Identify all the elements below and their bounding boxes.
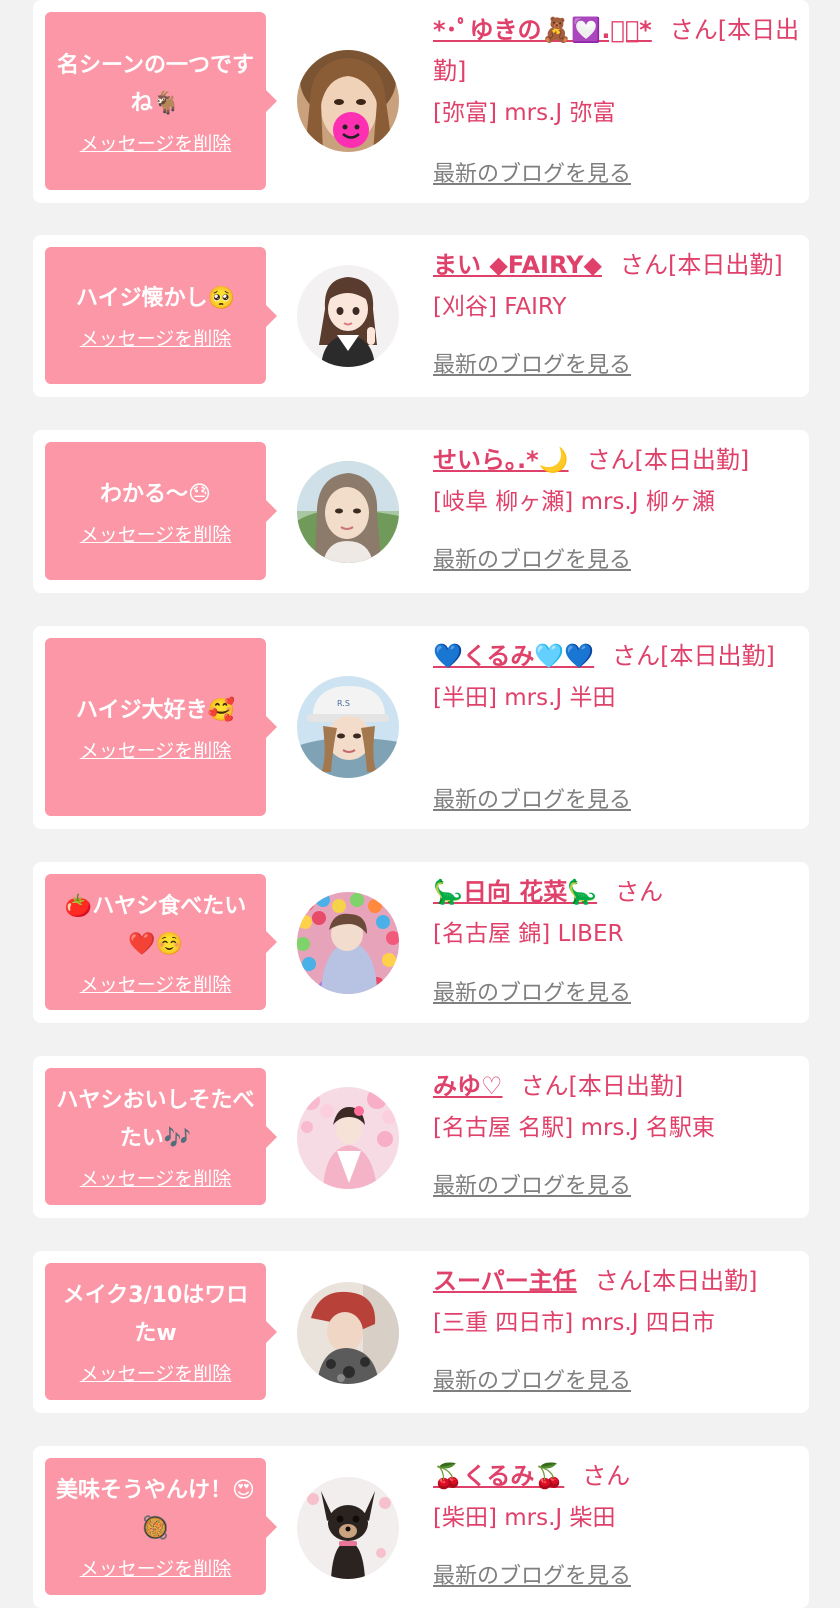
message-text: メイク3/10はワロたw [62,1283,249,1346]
list-item: ハイジ懐かし🥺 メッセージを削除 まい ◆FAIRY◆ さん[本日出勤] [刈谷] [33,235,809,397]
latest-blog-link[interactable]: 最新のブログを見る [433,975,631,1007]
message-text: 名シーンの一つですね🐐 [57,52,254,116]
girl-info: 💙くるみ🩵💙 さん[本日出勤] [半田] mrs.J 半田 [433,636,803,717]
list-item: 名シーンの一つですね🐐 メッセージを削除 *･ﾟゆきの🧸💟.ﾟ･* さん[本日出勤… [33,0,809,203]
status-text: さん[本日出勤] [520,1072,684,1100]
girl-name-link[interactable]: 🦕日向 花菜🦕 [433,878,597,906]
latest-blog-link[interactable]: 最新のブログを見る [433,1558,631,1590]
delete-message-link[interactable]: メッセージを削除 [80,736,232,763]
latest-blog-link[interactable]: 最新のブログを見る [433,347,631,379]
shop-text: [名古屋 錦] LIBER [433,921,624,947]
status-text: さん[本日出勤] [619,251,783,279]
delete-message-link[interactable]: メッセージを削除 [80,970,232,997]
message-text: ハイジ懐かし🥺 [76,286,235,311]
girl-info: 🦕日向 花菜🦕 さん [名古屋 錦] LIBER [433,872,803,953]
woman-photo-icon [297,461,399,563]
shop-text: [弥富] mrs.J 弥富 [433,100,616,126]
avatar[interactable] [297,50,399,152]
girl-info: *･ﾟゆきの🧸💟.ﾟ･* さん[本日出勤] [弥富] mrs.J 弥富 [433,10,803,132]
girl-name-link[interactable]: せいら｡.*🌙 [433,446,569,474]
avatar[interactable] [297,892,399,994]
status-text: さん [582,1462,631,1490]
woman-photo-icon: R.S [297,676,399,778]
ball-pit-photo-icon [297,892,399,994]
girl-info: せいら｡.*🌙 さん[本日出勤] [岐阜 柳ヶ瀬] mrs.J 柳ヶ瀬 [433,440,803,521]
red-hair-photo-icon [297,1282,399,1384]
illustrated-girl-icon [297,265,399,367]
girl-name-link[interactable]: 🍒くるみ🍒 [433,1462,564,1490]
avatar[interactable] [297,461,399,563]
delete-message-link[interactable]: メッセージを削除 [80,1554,232,1581]
girl-info: スーパー主任 さん[本日出勤] [三重 四日市] mrs.J 四日市 [433,1261,803,1342]
message-bubble: ハイジ懐かし🥺 メッセージを削除 [45,247,277,384]
woman-photo-icon [297,50,399,152]
status-text: さん[本日出勤] [586,446,750,474]
girl-name-link[interactable]: スーパー主任 [433,1267,577,1295]
delete-message-link[interactable]: メッセージを削除 [80,520,232,547]
status-text: さん[本日出勤] [594,1267,758,1295]
shop-text: [三重 四日市] mrs.J 四日市 [433,1310,715,1336]
girl-info: 🍒くるみ🍒 さん [柴田] mrs.J 柴田 [433,1456,803,1537]
girl-name-link[interactable]: 💙くるみ🩵💙 [433,642,594,670]
message-bubble: メイク3/10はワロたw メッセージを削除 [45,1263,277,1400]
message-text: ハヤシおいしそたべたい🎶 [56,1088,255,1151]
message-bubble: わかる〜😓 メッセージを削除 [45,442,277,580]
delete-message-link[interactable]: メッセージを削除 [80,1359,232,1386]
delete-message-link[interactable]: メッセージを削除 [80,129,232,156]
delete-message-link[interactable]: メッセージを削除 [80,324,232,351]
message-list: 名シーンの一つですね🐐 メッセージを削除 *･ﾟゆきの🧸💟.ﾟ･* さん[本日出勤… [0,0,840,1608]
avatar[interactable] [297,265,399,367]
avatar[interactable] [297,1087,399,1189]
message-bubble: 美味そうやんけ！😍🥘 メッセージを削除 [45,1458,277,1595]
latest-blog-link[interactable]: 最新のブログを見る [433,542,631,574]
svg-text:R.S: R.S [337,699,350,708]
list-item: わかる〜😓 メッセージを削除 せいら｡.*🌙 さん[本日出勤] [岐阜 柳ヶ瀬] … [33,430,809,593]
latest-blog-link[interactable]: 最新のブログを見る [433,1168,631,1200]
girl-info: まい ◆FAIRY◆ さん[本日出勤] [刈谷] FAIRY [433,245,803,326]
message-bubble: 名シーンの一つですね🐐 メッセージを削除 [45,12,277,190]
avatar[interactable] [297,1477,399,1579]
list-item: ハヤシおいしそたべたい🎶 メッセージを削除 みゆ♡ さん[本日出勤] [名古屋 … [33,1056,809,1218]
chihuahua-dog-icon [297,1477,399,1579]
delete-message-link[interactable]: メッセージを削除 [80,1164,232,1191]
message-text: ハイジ大好き🥰 [76,697,235,723]
message-bubble: 🍅ハヤシ食べたい❤️☺️ メッセージを削除 [45,874,277,1010]
shop-text: [半田] mrs.J 半田 [433,685,616,711]
list-item: 美味そうやんけ！😍🥘 メッセージを削除 🍒くるみ� [33,1446,809,1608]
message-text: わかる〜😓 [100,481,211,507]
list-item: メイク3/10はワロたw メッセージを削除 スーパー主任 さん[本日出勤] [三重… [33,1251,809,1413]
message-text: 美味そうやんけ！😍🥘 [56,1478,255,1541]
shop-text: [岐阜 柳ヶ瀬] mrs.J 柳ヶ瀬 [433,489,715,515]
girl-name-link[interactable]: *･ﾟゆきの🧸💟.ﾟ･* [433,16,652,44]
shop-text: [柴田] mrs.J 柴田 [433,1505,616,1531]
message-bubble: ハイジ大好き🥰 メッセージを削除 [45,638,277,816]
girl-name-link[interactable]: みゆ♡ [433,1072,503,1100]
message-text: 🍅ハヤシ食べたい❤️☺️ [64,893,247,957]
list-item: 🍅ハヤシ食べたい❤️☺️ メッセージを削除 🦕日向 花菜🦕 さん [名古屋 錦]… [33,862,809,1023]
girl-info: みゆ♡ さん[本日出勤] [名古屋 名駅] mrs.J 名駅東 [433,1066,803,1147]
shop-text: [刈谷] FAIRY [433,294,567,320]
girl-name-link[interactable]: まい ◆FAIRY◆ [433,251,602,279]
kimono-photo-icon [297,1087,399,1189]
avatar[interactable]: R.S [297,676,399,778]
latest-blog-link[interactable]: 最新のブログを見る [433,156,631,188]
latest-blog-link[interactable]: 最新のブログを見る [433,782,631,814]
message-bubble: ハヤシおいしそたべたい🎶 メッセージを削除 [45,1068,277,1205]
shop-text: [名古屋 名駅] mrs.J 名駅東 [433,1115,715,1141]
list-item: ハイジ大好き🥰 メッセージを削除 R.S 💙くるみ🩵💙 さん[本日出勤] [半田… [33,626,809,829]
avatar[interactable] [297,1282,399,1384]
status-text: さん[本日出勤] [612,642,775,670]
latest-blog-link[interactable]: 最新のブログを見る [433,1363,631,1395]
status-text: さん [615,878,664,906]
